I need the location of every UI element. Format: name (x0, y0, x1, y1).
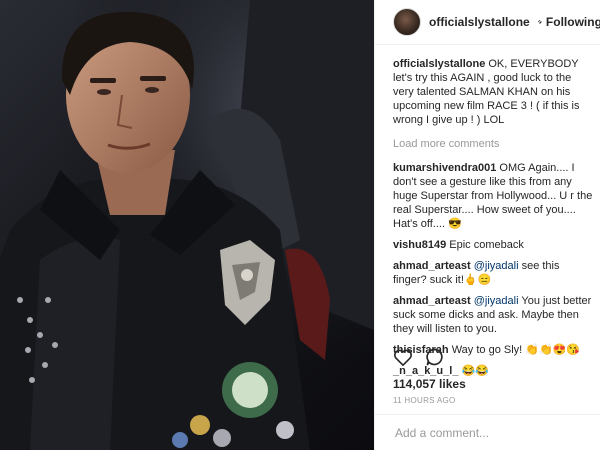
caption: officialslystallone OK, EVERYBODY let's … (393, 57, 593, 127)
following-button[interactable]: Following (546, 15, 600, 29)
action-bar (393, 346, 457, 372)
post-photo[interactable] (0, 0, 374, 450)
comment-mention[interactable]: @jiyadali (474, 295, 519, 307)
header-username[interactable]: officialslystallone (429, 15, 530, 29)
list-item: ahmad_arteast @jiyadali see this finger?… (393, 259, 593, 287)
likes-count[interactable]: 114,057 likes (393, 377, 466, 391)
comment-username[interactable]: ahmad_arteast (393, 260, 471, 272)
comment-mention[interactable]: @jiyadali (474, 260, 519, 272)
comment-username[interactable]: vishu8149 (393, 239, 446, 251)
post-sidebar: officialslystallone • Following official… (374, 0, 600, 450)
post-header: officialslystallone • Following (375, 0, 600, 45)
comment-input[interactable] (393, 424, 583, 441)
post-timestamp: 11 HOURS AGO (393, 396, 456, 405)
list-item: kumarshivendra001 OMG Again.... I don't … (393, 161, 593, 231)
avatar[interactable] (393, 8, 421, 36)
list-item: vishu8149 Epic comeback (393, 238, 593, 252)
comment-username[interactable]: ahmad_arteast (393, 295, 471, 307)
instagram-post: officialslystallone • Following official… (0, 0, 600, 450)
list-item: ahmad_arteast @jiyadali You just better … (393, 294, 593, 336)
comment-username[interactable]: kumarshivendra001 (393, 162, 496, 174)
load-more-comments-link[interactable]: Load more comments (393, 137, 593, 151)
comment-text: Epic comeback (449, 239, 524, 251)
heart-icon[interactable] (393, 348, 413, 371)
comment-bubble-icon[interactable] (425, 347, 445, 372)
comment-text: Way to go Sly! 👏👏😍😘 (451, 344, 581, 356)
post-photo-illustration (0, 0, 374, 450)
add-comment-bar (375, 414, 600, 450)
comment-text: 😂😂 (461, 365, 489, 377)
caption-username[interactable]: officialslystallone (393, 58, 485, 70)
comments-list: officialslystallone OK, EVERYBODY let's … (375, 57, 600, 385)
